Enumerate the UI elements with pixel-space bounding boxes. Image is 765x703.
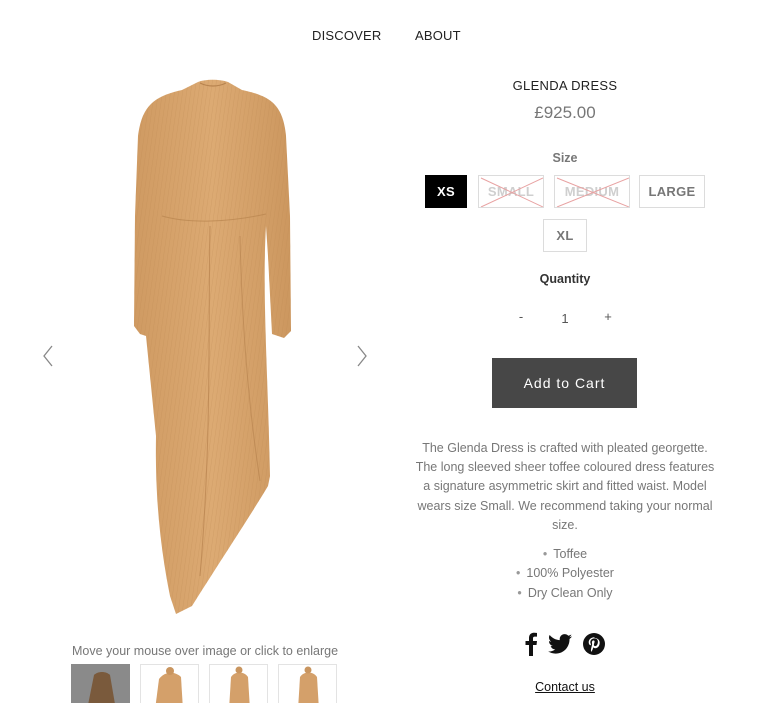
quantity-input[interactable] bbox=[548, 309, 582, 327]
twitter-icon[interactable] bbox=[548, 634, 572, 659]
size-option-label: XL bbox=[556, 228, 574, 243]
size-option-large[interactable]: LARGE bbox=[639, 175, 705, 208]
chevron-left-icon bbox=[40, 345, 56, 373]
add-to-cart-button[interactable]: Add to Cart bbox=[492, 358, 637, 408]
top-nav: DISCOVER ABOUT bbox=[0, 28, 765, 46]
product-details-list: Toffee 100% Polyester Dry Clean Only bbox=[410, 545, 720, 603]
quantity-label: Quantity bbox=[539, 272, 591, 286]
thumbnail-4[interactable] bbox=[278, 664, 337, 703]
prev-image-arrow[interactable] bbox=[40, 343, 56, 369]
next-image-arrow[interactable] bbox=[354, 343, 370, 369]
list-item: Dry Clean Only bbox=[410, 584, 720, 603]
size-option-small[interactable]: SMALL bbox=[478, 175, 544, 208]
product-price: £925.00 bbox=[534, 103, 596, 122]
chevron-right-icon bbox=[354, 345, 370, 373]
thumbnail-2[interactable] bbox=[140, 664, 199, 703]
size-option-label: LARGE bbox=[648, 184, 696, 199]
size-option-medium[interactable]: MEDIUM bbox=[554, 175, 630, 208]
quantity-decrement-button[interactable]: - bbox=[511, 309, 531, 327]
nav-discover[interactable]: DISCOVER bbox=[312, 28, 382, 43]
product-description: The Glenda Dress is crafted with pleated… bbox=[415, 441, 715, 532]
thumbnail-3[interactable] bbox=[209, 664, 268, 703]
unavailable-cross-icon bbox=[556, 177, 629, 207]
list-item: 100% Polyester bbox=[410, 564, 720, 583]
size-option-xs[interactable]: XS bbox=[425, 175, 467, 208]
pinterest-icon[interactable] bbox=[583, 633, 605, 660]
size-option-label: XS bbox=[437, 184, 455, 199]
size-option-xl[interactable]: XL bbox=[543, 219, 587, 252]
enlarge-hint: Move your mouse over image or click to e… bbox=[71, 644, 339, 658]
facebook-icon[interactable] bbox=[524, 632, 538, 661]
thumbnail-1[interactable] bbox=[71, 664, 130, 703]
contact-us-link[interactable]: Contact us bbox=[410, 680, 720, 694]
product-title: GLENDA DRESS bbox=[512, 78, 618, 93]
product-main-image[interactable] bbox=[120, 76, 305, 616]
nav-about[interactable]: ABOUT bbox=[415, 28, 461, 43]
unavailable-cross-icon bbox=[480, 177, 543, 207]
list-item: Toffee bbox=[410, 545, 720, 564]
quantity-increment-button[interactable]: + bbox=[598, 309, 618, 327]
size-label: Size bbox=[552, 151, 578, 165]
